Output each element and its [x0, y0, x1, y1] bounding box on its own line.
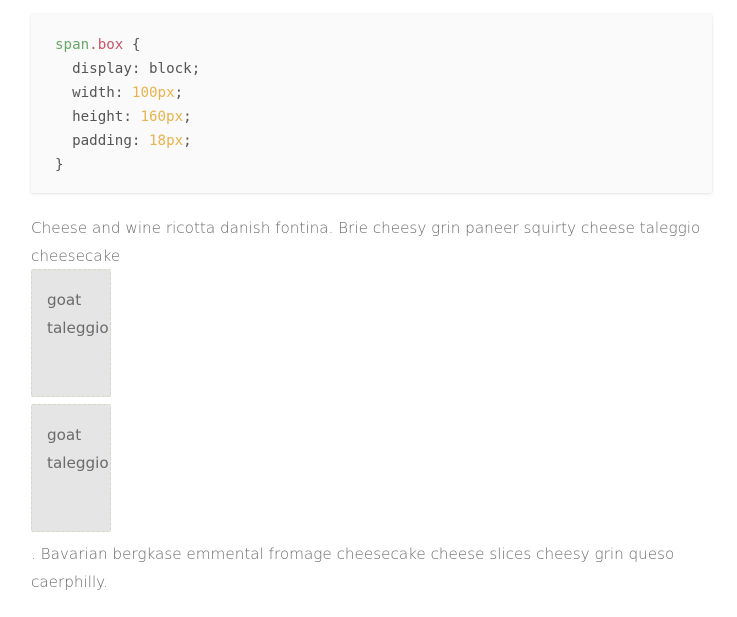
code-property-display: display	[72, 61, 132, 77]
code-line-2: display: block;	[72, 61, 201, 77]
code-block: span.box { display: block; width: 100px;…	[31, 14, 712, 193]
css-code: span.box { display: block; width: 100px;…	[55, 33, 200, 177]
code-open-brace: {	[123, 37, 141, 53]
code-line-1: span.box {	[55, 37, 140, 53]
code-property-padding: padding	[72, 133, 132, 149]
code-selector: span	[55, 37, 90, 53]
code-line-5: padding: 18px;	[72, 133, 192, 149]
box-word-taleggio: taleggio	[47, 319, 109, 337]
box-word-goat: goat	[47, 291, 82, 309]
box-word-taleggio: taleggio	[47, 454, 109, 472]
demo-box: goat taleggio	[31, 269, 111, 397]
code-value-width: 100px	[131, 85, 175, 101]
paragraph-before: Cheese and wine ricotta danish fontina. …	[31, 219, 701, 265]
box-word-goat: goat	[47, 426, 82, 444]
paragraph-after: . Bavarian bergkase emmental fromage che…	[31, 545, 675, 591]
demo-box: goat taleggio	[31, 404, 111, 532]
code-line-3: width: 100px;	[72, 85, 184, 101]
code-property-height: height	[72, 109, 124, 125]
code-property-width: width	[72, 85, 115, 101]
code-value-display: block	[148, 61, 192, 77]
code-line-4: height: 160px;	[72, 109, 192, 125]
code-value-height: 160px	[140, 109, 184, 125]
code-close-brace: }	[55, 157, 64, 173]
code-value-padding: 18px	[148, 133, 184, 149]
code-class-selector: .box	[89, 37, 124, 53]
